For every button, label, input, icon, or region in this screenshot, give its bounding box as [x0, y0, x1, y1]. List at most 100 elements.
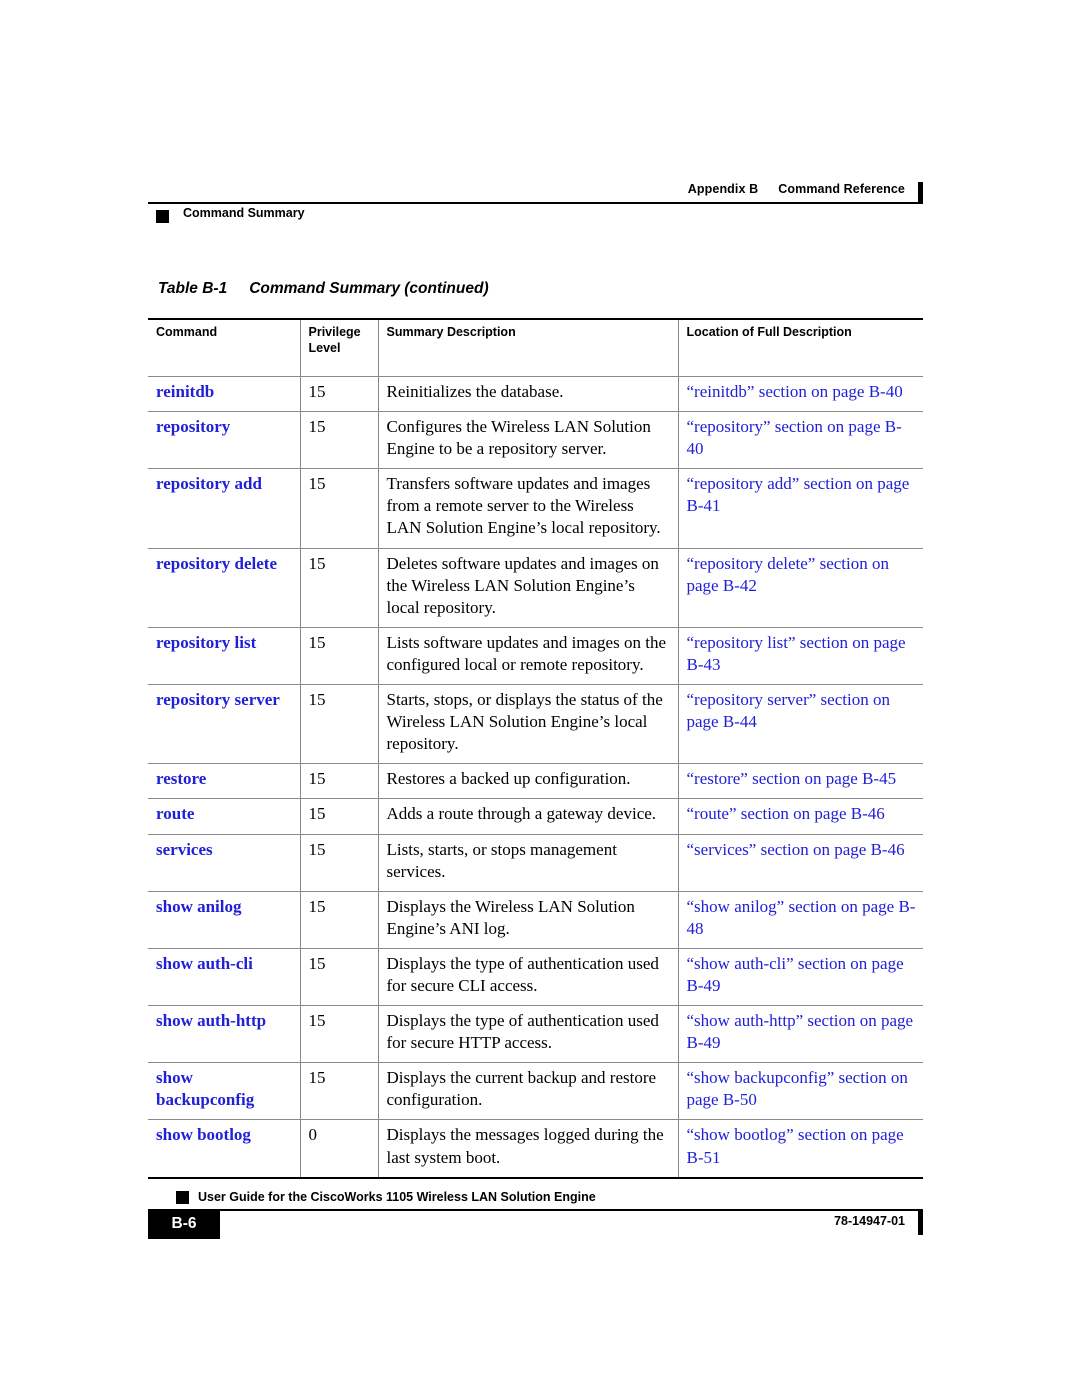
running-header-rule [148, 202, 923, 204]
footer-marker-square-icon [176, 1191, 189, 1204]
cell-summary-description: Lists, starts, or stops management servi… [377, 834, 678, 892]
cell-privilege-level: 15 [299, 376, 378, 413]
table-caption-number: Table B-1 [158, 280, 228, 297]
cell-command: show auth-http [148, 1005, 300, 1064]
table-row: services 15 Lists, starts, or stops manage… [148, 834, 923, 892]
column-header-privilege-line2: Level [308, 341, 341, 356]
table-row: show bootlog 0 Displays the messages logge… [148, 1119, 923, 1179]
cell-privilege-level: 15 [299, 627, 378, 686]
table-row: repository add 15 Transfers software updat… [148, 468, 923, 549]
running-header-appendix-label: Appendix B [687, 182, 759, 196]
cell-location-link[interactable]: “repository add” section on page B-41 [677, 468, 923, 549]
cell-command: repository [148, 411, 300, 470]
cell-location-link[interactable]: “show bootlog” section on page B-51 [677, 1119, 923, 1179]
cell-location-link[interactable]: “repository list” section on page B-43 [677, 627, 923, 686]
cell-command: show backupconfig [148, 1062, 300, 1121]
cell-summary-description: Deletes software updates and images on t… [377, 548, 678, 628]
table-row: show backupconfig 15 Displays the current … [148, 1062, 923, 1121]
cell-location-link[interactable]: “repository delete” section on page B-42 [677, 548, 923, 628]
cell-summary-description: Displays the current backup and restore … [377, 1062, 678, 1121]
table-row: show anilog 15 Displays the Wireless LAN S… [148, 891, 923, 949]
table-row: repository delete 15 Deletes software upda… [148, 548, 923, 628]
table-row: repository 15 Configures the Wireless LAN … [148, 411, 923, 470]
header-edge-marker-bar [918, 182, 923, 204]
column-header-location-line2: Location of Full Description [686, 325, 852, 339]
cell-location-link[interactable]: “show backupconfig” section on page B-50 [677, 1062, 923, 1121]
running-header-top: Appendix B Command Reference [148, 182, 923, 204]
cell-command: show bootlog [148, 1119, 300, 1179]
cell-command: services [148, 834, 300, 892]
running-footer: User Guide for the CiscoWorks 1105 Wirel… [148, 1190, 923, 1240]
cell-command: repository list [148, 627, 300, 686]
cell-command: repository server [148, 684, 300, 765]
document-page: Appendix B Command Reference Command Summ… [0, 0, 1080, 1397]
column-header-privilege-line1: Privilege [308, 325, 361, 339]
cell-privilege-level: 15 [299, 834, 378, 892]
cell-summary-description: Displays the type of authentication used… [377, 948, 678, 1007]
cell-summary-description: Starts, stops, or displays the status of… [377, 684, 678, 765]
table-row: show auth-http 15 Displays the type of aut… [148, 1005, 923, 1064]
cell-command: show auth-cli [148, 948, 300, 1007]
cell-privilege-level: 15 [299, 948, 378, 1007]
column-header-privilege-level: Privilege Level [299, 318, 378, 377]
cell-privilege-level: 15 [299, 798, 378, 835]
cell-privilege-level: 15 [299, 1062, 378, 1121]
running-header-chapter: Appendix B Command Reference [688, 182, 905, 196]
column-header-summary-line2: Summary Description [386, 325, 516, 339]
cell-location-link[interactable]: “services” section on page B-46 [677, 834, 923, 892]
cell-summary-description: Displays the type of authentication used… [377, 1005, 678, 1064]
cell-command: repository delete [148, 548, 300, 628]
cell-privilege-level: 15 [299, 468, 378, 549]
cell-command: restore [148, 763, 300, 800]
column-header-summary-description: Summary Description [377, 318, 678, 377]
cell-summary-description: Adds a route through a gateway device. [377, 798, 678, 835]
table-header: Command Privilege Level Summary Descript… [148, 318, 923, 377]
cell-command: show anilog [148, 891, 300, 949]
cell-summary-description: Configures the Wireless LAN Solution Eng… [377, 411, 678, 470]
cell-summary-description: Lists software updates and images on the… [377, 627, 678, 686]
cell-summary-description: Transfers software updates and images fr… [377, 468, 678, 549]
table-caption: Table B-1 Command Summary (continued) [158, 280, 489, 298]
footer-edge-marker-bar [918, 1211, 923, 1235]
document-number: 78-14947-01 [834, 1214, 905, 1228]
cell-location-link[interactable]: “show auth-cli” section on page B-49 [677, 948, 923, 1007]
cell-summary-description: Restores a backed up configuration. [377, 763, 678, 800]
cell-privilege-level: 15 [299, 763, 378, 800]
section-marker-square-icon [156, 210, 169, 223]
cell-privilege-level: 15 [299, 548, 378, 628]
cell-location-link[interactable]: “show auth-http” section on page B-49 [677, 1005, 923, 1064]
cell-command: route [148, 798, 300, 835]
cell-privilege-level: 15 [299, 891, 378, 949]
cell-privilege-level: 15 [299, 684, 378, 765]
table-row: repository list 15 Lists software updates … [148, 627, 923, 686]
cell-privilege-level: 15 [299, 411, 378, 470]
command-summary-table: Command Privilege Level Summary Descript… [148, 318, 923, 1179]
running-header-section-title: Command Summary [183, 206, 305, 220]
running-header-chapter-title: Command Reference [778, 182, 905, 196]
table-header-row: Command Privilege Level Summary Descript… [148, 318, 923, 377]
cell-location-link[interactable]: “route” section on page B-46 [677, 798, 923, 835]
table-caption-title: Command Summary (continued) [249, 280, 489, 297]
cell-command: reinitdb [148, 376, 300, 413]
cell-location-link[interactable]: “repository” section on page B-40 [677, 411, 923, 470]
cell-location-link[interactable]: “repository server” section on page B-44 [677, 684, 923, 765]
running-footer-rule [148, 1209, 923, 1211]
table-row: restore 15 Restores a backed up configurat… [148, 763, 923, 800]
table-row: route 15 Adds a route through a gateway de… [148, 798, 923, 835]
column-header-command-line2: Command [156, 325, 218, 339]
cell-summary-description: Displays the Wireless LAN Solution Engin… [377, 891, 678, 949]
cell-summary-description: Displays the messages logged during the … [377, 1119, 678, 1179]
page-number: B-6 [171, 1215, 197, 1232]
running-header: Appendix B Command Reference Command Summ… [148, 182, 923, 223]
cell-summary-description: Reinitializes the database. [377, 376, 678, 413]
cell-privilege-level: 15 [299, 1005, 378, 1064]
table-row: reinitdb 15 Reinitializes the database. “re… [148, 376, 923, 413]
table-row: show auth-cli 15 Displays the type of auth… [148, 948, 923, 1007]
table-body: reinitdb 15 Reinitializes the database. “re… [148, 376, 923, 1179]
column-header-location: Location of Full Description [677, 318, 923, 377]
cell-location-link[interactable]: “reinitdb” section on page B-40 [677, 376, 923, 413]
table-row: repository server 15 Starts, stops, or dis… [148, 684, 923, 765]
cell-location-link[interactable]: “restore” section on page B-45 [677, 763, 923, 800]
cell-privilege-level: 0 [299, 1119, 378, 1179]
cell-location-link[interactable]: “show anilog” section on page B-48 [677, 891, 923, 949]
